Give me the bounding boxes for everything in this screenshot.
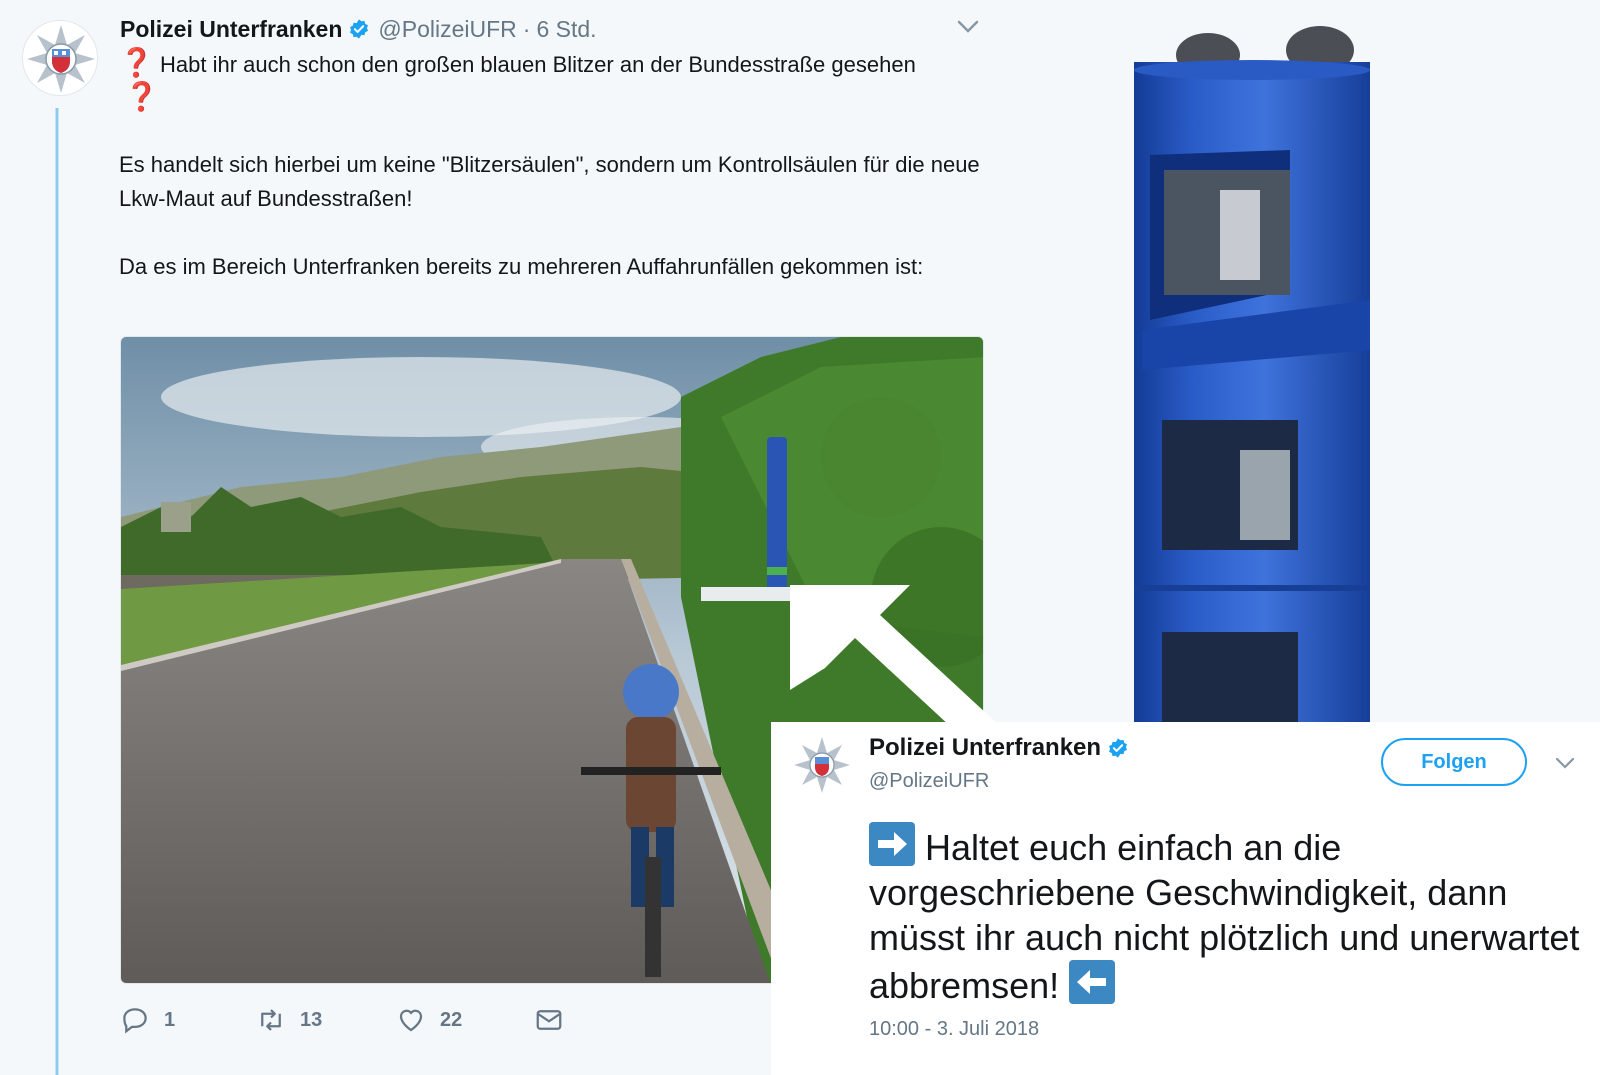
card-tweet-text: Haltet euch einfach an die vorgeschriebe…	[869, 822, 1589, 1008]
chevron-down-icon[interactable]	[1555, 756, 1575, 770]
tweet-actions: 1 13 22	[120, 1004, 580, 1036]
retweet-icon	[261, 1009, 281, 1031]
handle[interactable]: @PolizeiUFR	[869, 770, 989, 793]
retweet-button[interactable]: 13	[256, 1004, 322, 1036]
direct-message-button[interactable]	[534, 1004, 578, 1036]
handle[interactable]: @PolizeiUFR	[378, 16, 516, 43]
follow-button[interactable]: Folgen	[1381, 738, 1527, 786]
question-mark-icon: ❓	[124, 81, 159, 112]
like-icon	[399, 1009, 423, 1032]
verified-badge-icon	[1109, 738, 1128, 758]
tweet-header: Polizei Unterfranken @PolizeiUFR · 6 Std…	[120, 14, 597, 44]
display-name[interactable]: Polizei Unterfranken	[869, 734, 1129, 762]
arrow-left-emoji-icon	[1069, 960, 1116, 1004]
reply-count: 1	[164, 1008, 176, 1031]
reply-icon	[123, 1008, 147, 1034]
chevron-down-icon[interactable]	[956, 18, 980, 36]
like-count: 22	[440, 1008, 463, 1031]
avatar[interactable]	[22, 20, 98, 96]
tweet-text-line1: Habt ihr auch schon den großen blauen Bl…	[160, 52, 916, 77]
card-timestamp[interactable]: 10:00 - 3. Juli 2018	[869, 1018, 1039, 1041]
thread-line	[55, 108, 59, 1075]
retweet-count: 13	[300, 1008, 323, 1031]
direct-message-icon	[536, 1010, 562, 1030]
card-display-name[interactable]: Polizei Unterfranken	[869, 734, 1101, 762]
reply-button[interactable]: 1	[120, 1004, 175, 1036]
tweet-paragraph-3: Da es im Bereich Unterfranken bereits zu…	[119, 254, 924, 279]
avatar[interactable]	[791, 734, 853, 796]
police-badge-icon	[27, 25, 95, 93]
question-mark-icon: ❓	[119, 47, 154, 78]
like-button[interactable]: 22	[396, 1004, 462, 1036]
tweet-paragraph-2: Es handelt sich hierbei um keine "Blitze…	[119, 152, 980, 211]
toll-pillar-image	[1134, 26, 1370, 722]
reply-tweet-card[interactable]: Polizei Unterfranken @PolizeiUFR Folgen …	[771, 722, 1600, 1075]
arrow-right-emoji-icon	[869, 822, 915, 866]
pointer-arrow-icon	[790, 585, 1015, 740]
timestamp[interactable]: 6 Std.	[536, 16, 596, 43]
display-name[interactable]: Polizei Unterfranken	[120, 16, 342, 43]
verified-badge-icon	[350, 19, 369, 39]
toll-pillar-photo	[1080, 0, 1430, 722]
police-badge-icon	[794, 737, 850, 793]
tweet-line1: ❓ Habt ihr auch schon den großen blauen …	[119, 46, 1009, 82]
separator: ·	[522, 15, 531, 42]
card-text-body: Haltet euch einfach an die vorgeschriebe…	[869, 827, 1580, 1006]
